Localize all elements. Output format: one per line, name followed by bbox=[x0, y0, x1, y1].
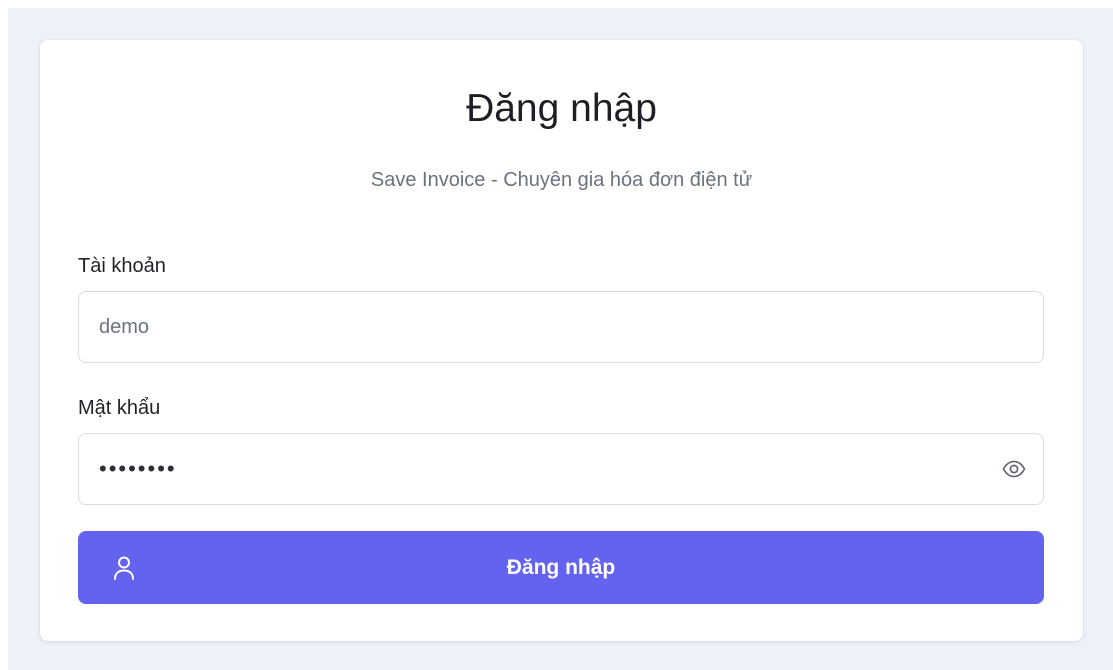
password-field bbox=[78, 433, 1044, 505]
login-button-label: Đăng nhập bbox=[506, 556, 616, 579]
eye-icon-graphic bbox=[1002, 460, 1026, 478]
password-label: Mật khẩu bbox=[78, 397, 161, 419]
username-input[interactable] bbox=[79, 292, 1043, 362]
login-subtitle: Save Invoice - Chuyên gia hóa đơn điện t… bbox=[370, 169, 753, 191]
password-input[interactable] bbox=[79, 434, 1043, 504]
eye-icon[interactable] bbox=[1001, 458, 1027, 480]
login-title: Đăng nhập bbox=[466, 87, 657, 130]
login-card: Đăng nhập Save Invoice - Chuyên gia hóa … bbox=[40, 40, 1083, 641]
username-field bbox=[78, 291, 1044, 363]
username-label: Tài khoản bbox=[78, 255, 166, 277]
login-button[interactable]: Đăng nhập bbox=[78, 531, 1044, 604]
